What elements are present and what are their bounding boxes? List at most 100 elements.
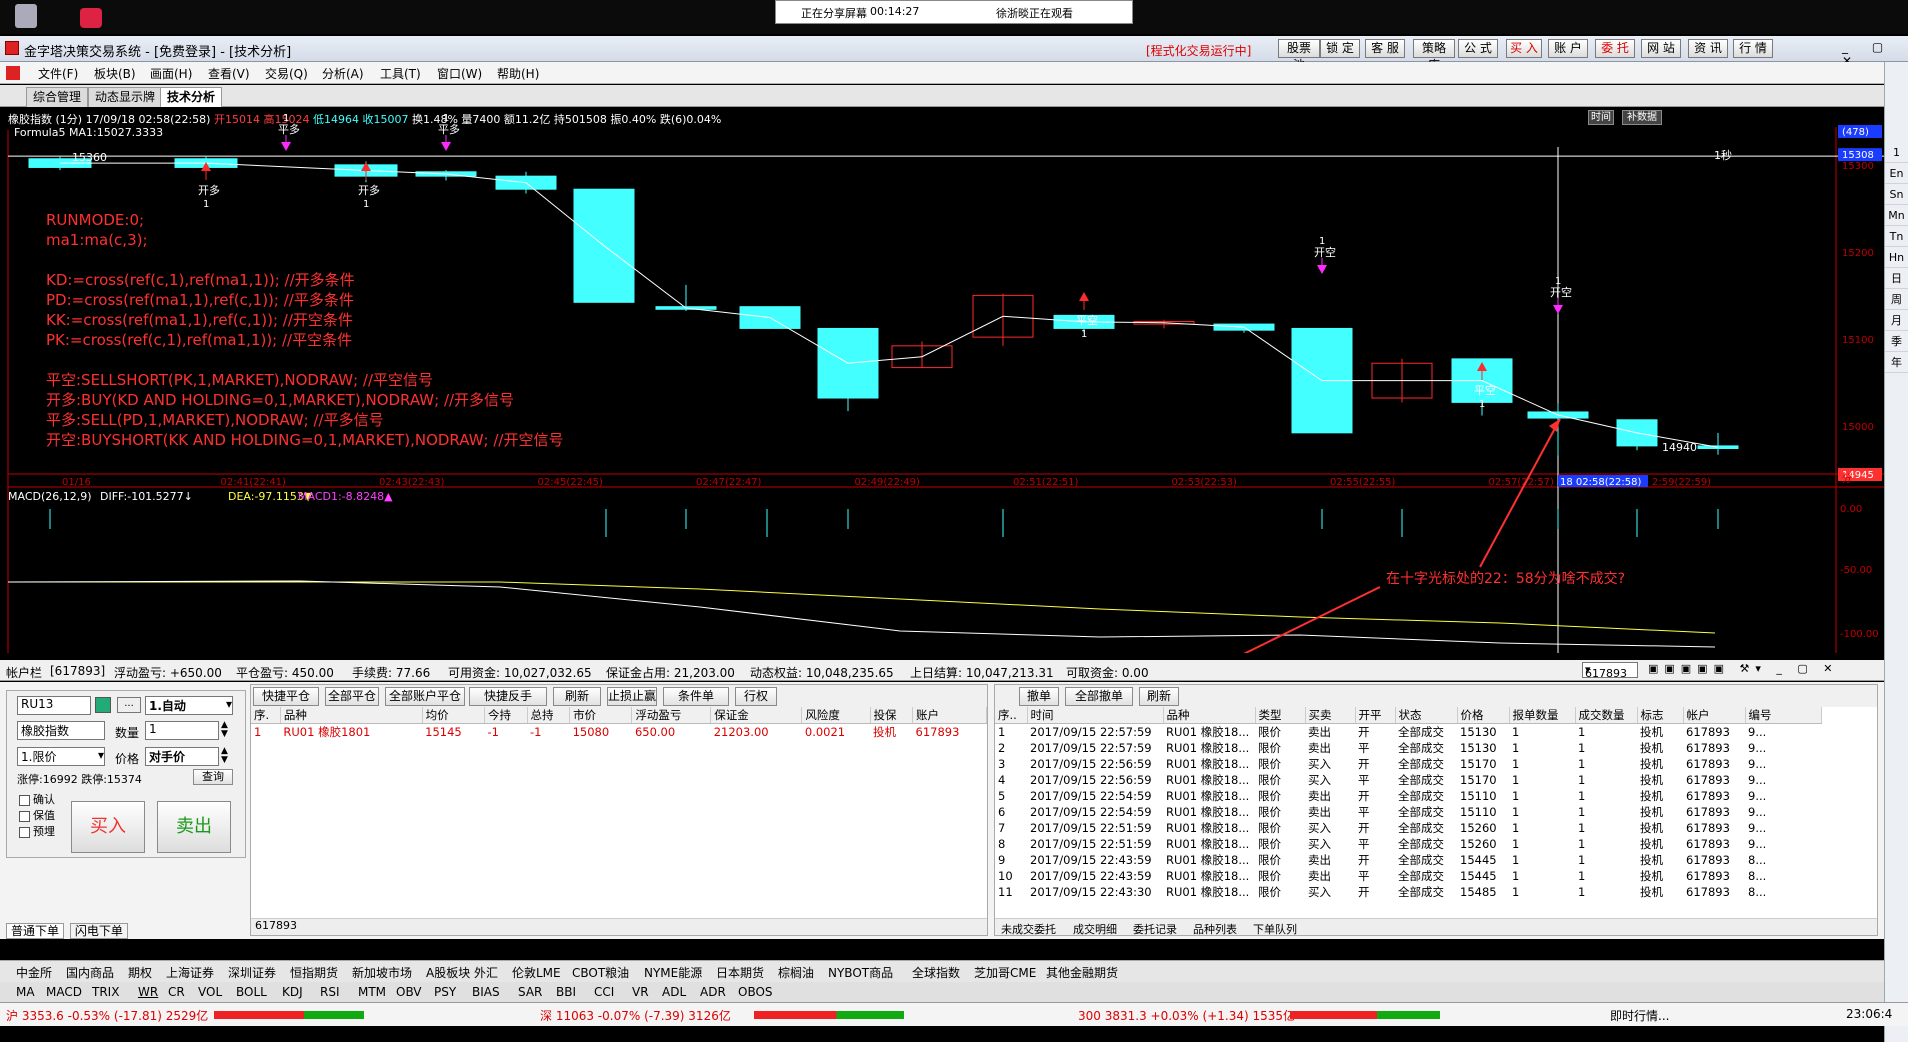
trade-tab-3[interactable]: 品种列表: [1193, 921, 1237, 937]
menu-screen[interactable]: 画面(H): [150, 65, 192, 82]
trade-tab-2[interactable]: 委托记录: [1133, 921, 1177, 937]
table-row[interactable]: 5 2017/09/15 22:54:59 RU01 橡胶18... 限价 卖出 开 全部成…: [995, 788, 1821, 804]
table-row[interactable]: 1 RU01 橡胶1801 15145 -1 -1 15080 650.00 21203.00…: [251, 724, 987, 741]
indicator-tab-8[interactable]: RSI: [320, 985, 340, 999]
trade-col-1[interactable]: 时间: [1027, 707, 1164, 724]
confirm-checkbox[interactable]: 确认: [19, 791, 55, 807]
indicator-tab-7[interactable]: KDJ: [282, 985, 303, 999]
period-10[interactable]: 年: [1885, 352, 1908, 373]
table-row[interactable]: 3 2017/09/15 22:56:59 RU01 橡胶18... 限价 买入 开 全部成…: [995, 756, 1821, 772]
tab-dynamic-board[interactable]: 动态显示牌: [88, 87, 163, 107]
account-bar-tools[interactable]: ▣▣▣▣▣ ⚒▾ _ ▢ ✕: [1648, 662, 1838, 675]
indicator-tab-13[interactable]: SAR: [518, 985, 542, 999]
pos-col-9[interactable]: 投保: [870, 707, 914, 724]
browse-button[interactable]: ...: [117, 697, 141, 713]
market-tab-16[interactable]: 芝加哥CME: [974, 964, 1036, 981]
period-1[interactable]: En: [1885, 163, 1908, 184]
toolbar-button-8[interactable]: 网 站: [1641, 39, 1681, 58]
table-row[interactable]: 11 2017/09/15 22:43:30 RU01 橡胶18... 限价 买入开全部…: [995, 884, 1821, 900]
trade-col-12[interactable]: 编号: [1745, 707, 1822, 724]
hedge-checkbox[interactable]: 保值: [19, 807, 55, 823]
indicator-tab-15[interactable]: CCI: [594, 985, 614, 999]
trade-button-1[interactable]: 全部撤单: [1065, 687, 1133, 706]
chart-area[interactable]: 橡胶指数 (1分) 17/09/18 02:58(22:58) 开15014 高…: [0, 107, 1884, 653]
indicator-tab-0[interactable]: MA: [16, 985, 35, 999]
trade-tab-4[interactable]: 下单队列: [1253, 921, 1297, 937]
tab-flash-order[interactable]: 闪电下单: [69, 923, 128, 939]
period-6[interactable]: 日: [1885, 268, 1908, 289]
pos-col-2[interactable]: 均价: [422, 707, 486, 724]
table-row[interactable]: 4 2017/09/15 22:56:59 RU01 橡胶18... 限价 买入 平 全部成…: [995, 772, 1821, 788]
indicator-tab-10[interactable]: OBV: [396, 985, 422, 999]
market-tab-7[interactable]: A股板块: [426, 964, 470, 981]
table-row[interactable]: 6 2017/09/15 22:54:59 RU01 橡胶18... 限价 卖出 平 全部成…: [995, 804, 1821, 820]
trade-col-2[interactable]: 品种: [1163, 707, 1256, 724]
table-row[interactable]: 7 2017/09/15 22:51:59 RU01 橡胶18... 限价 买入 开 全部成…: [995, 820, 1821, 836]
market-tab-14[interactable]: NYBOT商品: [828, 964, 893, 981]
pos-col-6[interactable]: 浮动盈亏: [631, 707, 712, 724]
indicator-tab-9[interactable]: MTM: [358, 985, 386, 999]
pos-col-3[interactable]: 今持: [484, 707, 528, 724]
period-0[interactable]: 1: [1885, 142, 1908, 163]
query-button[interactable]: 查询: [193, 769, 233, 785]
menu-help[interactable]: 帮助(H): [497, 65, 539, 82]
position-button-0[interactable]: 快捷平仓: [253, 687, 319, 706]
table-row[interactable]: 10 2017/09/15 22:43:59 RU01 橡胶18... 限价 卖出 平 全部…: [995, 868, 1821, 884]
indicator-tab-18[interactable]: ADR: [700, 985, 726, 999]
menu-trade[interactable]: 交易(Q): [265, 65, 308, 82]
toolbar-button-10[interactable]: 行 情: [1733, 39, 1773, 58]
pos-col-10[interactable]: 账户: [912, 707, 987, 724]
market-tab-0[interactable]: 中金所: [16, 964, 52, 981]
position-button-2[interactable]: 全部账户平仓: [385, 687, 465, 706]
trade-col-10[interactable]: 标志: [1637, 707, 1684, 724]
lock-icon[interactable]: [95, 697, 111, 713]
market-tab-8[interactable]: 外汇: [474, 964, 498, 981]
pos-col-1[interactable]: 品种: [280, 707, 423, 724]
market-tab-6[interactable]: 新加坡市场: [352, 964, 412, 981]
market-tab-13[interactable]: 棕榈油: [778, 964, 814, 981]
indicator-tab-6[interactable]: BOLL: [236, 985, 267, 999]
toolbar-button-5[interactable]: 买 入: [1506, 39, 1542, 58]
toolbar-button-0[interactable]: 股票池: [1278, 39, 1320, 72]
market-tab-2[interactable]: 期权: [128, 964, 152, 981]
period-2[interactable]: Sn: [1885, 184, 1908, 205]
tab-overview[interactable]: 综合管理: [26, 87, 89, 107]
indicator-tab-14[interactable]: BBI: [556, 985, 576, 999]
menu-window[interactable]: 窗口(W): [437, 65, 482, 82]
price-input[interactable]: 对手价: [145, 747, 219, 766]
period-8[interactable]: 月: [1885, 310, 1908, 331]
table-row[interactable]: 9 2017/09/15 22:43:59 RU01 橡胶18... 限价 卖出 开 全部成…: [995, 852, 1821, 868]
position-button-3[interactable]: 快捷反手: [469, 687, 547, 706]
period-5[interactable]: Hn: [1885, 247, 1908, 268]
tab-technical-analysis[interactable]: 技术分析: [160, 87, 223, 107]
position-button-1[interactable]: 全部平仓: [325, 687, 379, 706]
order-type-select[interactable]: 1.限价 ▾: [17, 747, 105, 766]
recycle-bin-icon[interactable]: [15, 4, 37, 28]
qty-input[interactable]: 1: [145, 721, 219, 740]
toolbar-button-3[interactable]: 策略库: [1413, 39, 1455, 72]
market-tab-4[interactable]: 深圳证券: [228, 964, 276, 981]
preorder-checkbox[interactable]: 预埋: [19, 823, 55, 839]
period-9[interactable]: 季: [1885, 331, 1908, 352]
menu-sector[interactable]: 板块(B): [94, 65, 136, 82]
trade-tab-0[interactable]: 未成交委托: [1001, 921, 1056, 937]
pos-col-4[interactable]: 总持: [527, 707, 571, 724]
market-tab-5[interactable]: 恒指期货: [290, 964, 338, 981]
table-row[interactable]: 1 2017/09/15 22:57:59 RU01 橡胶18... 限价 卖出 开 全部成…: [995, 724, 1821, 741]
toolbar-button-7[interactable]: 委 托: [1595, 39, 1635, 58]
trade-col-9[interactable]: 成交数量: [1575, 707, 1638, 724]
indicator-tab-19[interactable]: OBOS: [738, 985, 773, 999]
app-shortcut-icon[interactable]: [80, 8, 102, 28]
trade-col-3[interactable]: 类型: [1255, 707, 1306, 724]
position-button-4[interactable]: 刷新: [553, 687, 601, 706]
period-3[interactable]: Mn: [1885, 205, 1908, 226]
pos-col-7[interactable]: 保证金: [710, 707, 803, 724]
indicator-tab-17[interactable]: ADL: [662, 985, 686, 999]
market-tab-17[interactable]: 其他金融期货: [1046, 964, 1118, 981]
toolbar-button-1[interactable]: 锁 定: [1320, 39, 1360, 58]
pos-col-5[interactable]: 市价: [569, 707, 633, 724]
indicator-tab-4[interactable]: CR: [168, 985, 185, 999]
trade-button-2[interactable]: 刷新: [1139, 687, 1179, 706]
menu-view[interactable]: 查看(V): [208, 65, 250, 82]
toolbar-button-4[interactable]: 公 式: [1458, 39, 1498, 58]
